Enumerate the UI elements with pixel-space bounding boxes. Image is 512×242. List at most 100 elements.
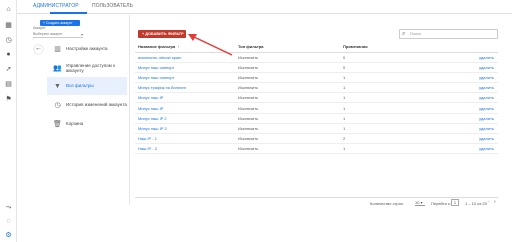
customize-icon[interactable]: ⤳: [4, 203, 13, 212]
filter-notes: 1: [340, 123, 450, 135]
delete-link[interactable]: удалить: [450, 72, 498, 84]
filter-notes: 1: [340, 102, 450, 114]
search-placeholder: Поиск: [410, 31, 422, 36]
column-header-name[interactable]: Название фильтра ↑: [135, 42, 235, 53]
account-select[interactable]: Выберите аккаунт ▾: [33, 32, 83, 38]
sort-arrow-icon: ↑: [177, 44, 180, 50]
tab-user[interactable]: ПОЛЬЗОВАТЕЛЬ: [92, 3, 133, 9]
behavior-icon[interactable]: ▤: [4, 79, 13, 88]
filter-type: Исключить: [235, 133, 340, 145]
filter-name-link[interactable]: Минус наш IP: [135, 92, 235, 104]
table-row: Минус наш саппорт Исключить 1 удалить: [135, 72, 498, 84]
delete-link[interactable]: удалить: [450, 102, 498, 114]
person-icon[interactable]: ●: [4, 50, 13, 59]
filter-icon: ▼: [54, 82, 61, 90]
filter-type: Исключить: [235, 143, 340, 155]
filter-type: Исключить: [235, 82, 340, 94]
delete-link[interactable]: удалить: [450, 143, 498, 155]
filter-name-link[interactable]: Наш IP - 2: [135, 143, 235, 155]
filter-notes: 2: [340, 133, 450, 145]
filter-notes: 1: [340, 92, 450, 104]
filter-type: Исключить: [235, 123, 340, 135]
nav-item-trash[interactable]: 🗑 Корзина: [47, 115, 127, 133]
account-select-value: Выберите аккаунт: [33, 32, 63, 36]
nav-item-all-filters[interactable]: ▼ Все фильтры: [47, 77, 127, 95]
gear-icon[interactable]: ⚙: [4, 230, 13, 239]
filter-name-link[interactable]: Минус наш саппорт: [135, 72, 235, 84]
chevron-down-icon: ▾: [80, 32, 83, 37]
delete-link[interactable]: удалить: [450, 123, 498, 135]
filter-notes: 1: [340, 72, 450, 84]
table-row: Минус наш IP 3 Исключить 1 удалить: [135, 123, 498, 135]
building-icon: ▥: [54, 46, 61, 53]
filter-name-link[interactable]: Минус наш IP 3: [135, 123, 235, 135]
delete-link[interactable]: удалить: [450, 92, 498, 104]
left-icon-rail: ⌂ ▦ ◷ ● ➚ ▤ ⚑ ⤳ ◌ ⚙: [0, 0, 17, 242]
filter-type: Исключить: [235, 113, 340, 124]
tab-admin[interactable]: АДМИНИСТРАТОР: [33, 3, 79, 9]
prev-page-icon[interactable]: ‹: [488, 199, 490, 205]
filter-notes: 1: [340, 82, 450, 94]
column-header-notes[interactable]: Примечания: [340, 42, 450, 53]
nav-item-label: Настройки аккаунта: [66, 46, 108, 52]
history-icon: ◷: [54, 102, 61, 109]
nav-item-label: Корзина: [66, 121, 84, 127]
home-icon[interactable]: ⌂: [4, 5, 13, 14]
rows-per-page-select[interactable]: 10 ▾: [415, 200, 425, 206]
nav-item-account-settings[interactable]: ▥ Настройки аккаунта: [47, 40, 127, 58]
filter-name-link[interactable]: Минус наш саппорт: [135, 62, 235, 73]
filters-table: Название фильтра ↑ Тип фильтра Примечания…: [135, 42, 498, 155]
lightbulb-icon[interactable]: ◌: [4, 217, 13, 226]
next-page-icon[interactable]: ›: [494, 199, 496, 205]
filter-name-link[interactable]: исключить utmost spam: [135, 52, 235, 63]
rows-per-page-label: Количество строк:: [370, 201, 404, 206]
table-row: Минус наш IP Исключить 1 удалить: [135, 102, 498, 114]
nav-item-access-management[interactable]: 👥 Управление доступом к аккаунту: [47, 59, 127, 77]
acquisition-icon[interactable]: ➚: [4, 64, 13, 73]
rows-per-page-value: 10: [415, 200, 420, 205]
filters-panel: + ДОБАВИТЬ ФИЛЬТР ⌕ Поиск Название фильт…: [129, 15, 504, 206]
search-input[interactable]: ⌕ Поиск: [399, 29, 498, 39]
app-root: ⌂ ▦ ◷ ● ➚ ▤ ⚑ ⤳ ◌ ⚙ АДМИНИСТРАТОР ПОЛЬЗО…: [0, 0, 512, 242]
filter-notes: 1: [340, 143, 450, 155]
filter-name-link[interactable]: Минус наш IP: [135, 102, 235, 114]
account-label: Аккаунт: [33, 26, 46, 30]
flag-icon[interactable]: ⚑: [4, 94, 13, 103]
nav-item-label: Управление доступом к аккаунту: [65, 62, 115, 74]
delete-link[interactable]: удалить: [450, 113, 498, 124]
delete-link[interactable]: удалить: [450, 52, 498, 63]
table-row: Минус наш IP Исключить 1 удалить: [135, 92, 498, 104]
filter-type: Исключить: [235, 62, 340, 73]
nav-item-change-history[interactable]: ◷ История изменений аккаунта: [47, 96, 127, 114]
clock-icon[interactable]: ◷: [4, 35, 13, 44]
filter-notes: 0: [340, 52, 450, 63]
delete-link[interactable]: удалить: [450, 82, 498, 94]
filter-type: Исключить: [235, 102, 340, 114]
filter-notes: 0: [340, 62, 450, 73]
filter-type: Исключить: [235, 92, 340, 104]
table-row: Наш IP - 2 Исключить 1 удалить: [135, 143, 498, 155]
table-row: Минус трафик на биллинг Исключить 1 удал…: [135, 82, 498, 94]
back-arrow-button[interactable]: ←: [34, 45, 43, 54]
page-range: 1 – 10 из 25: [465, 201, 487, 206]
filter-name-link[interactable]: Наш IP - 1: [135, 133, 235, 145]
nav-item-label: Все фильтры: [66, 83, 94, 89]
column-header-type[interactable]: Тип фильтра: [235, 42, 340, 53]
filter-name-link[interactable]: Минус наш IP 2: [135, 113, 235, 124]
create-account-button[interactable]: + Создать аккаунт: [40, 20, 80, 26]
filter-type: Исключить: [235, 52, 340, 63]
table-row: исключить utmost spam Исключить 0 удалит…: [135, 52, 498, 63]
top-tabs: АДМИНИСТРАТОР ПОЛЬЗОВАТЕЛЬ: [17, 0, 512, 14]
pagination-bar: Количество строк: 10 ▾ Перейти к: 1 1 – …: [135, 197, 498, 209]
delete-link[interactable]: удалить: [450, 62, 498, 73]
goto-page-input[interactable]: 1: [451, 199, 459, 206]
users-icon: 👥: [53, 65, 62, 72]
dashboard-icon[interactable]: ▦: [4, 20, 13, 29]
goto-label: Перейти к:: [431, 201, 451, 206]
delete-link[interactable]: удалить: [450, 133, 498, 145]
table-header-row: Название фильтра ↑ Тип фильтра Примечания: [135, 42, 498, 53]
table-row: Минус наш саппорт Исключить 0 удалить: [135, 62, 498, 73]
filter-name-link[interactable]: Минус трафик на биллинг: [135, 82, 235, 94]
add-filter-button[interactable]: + ДОБАВИТЬ ФИЛЬТР: [138, 30, 186, 38]
table-row: Наш IP - 1 Исключить 2 удалить: [135, 133, 498, 145]
